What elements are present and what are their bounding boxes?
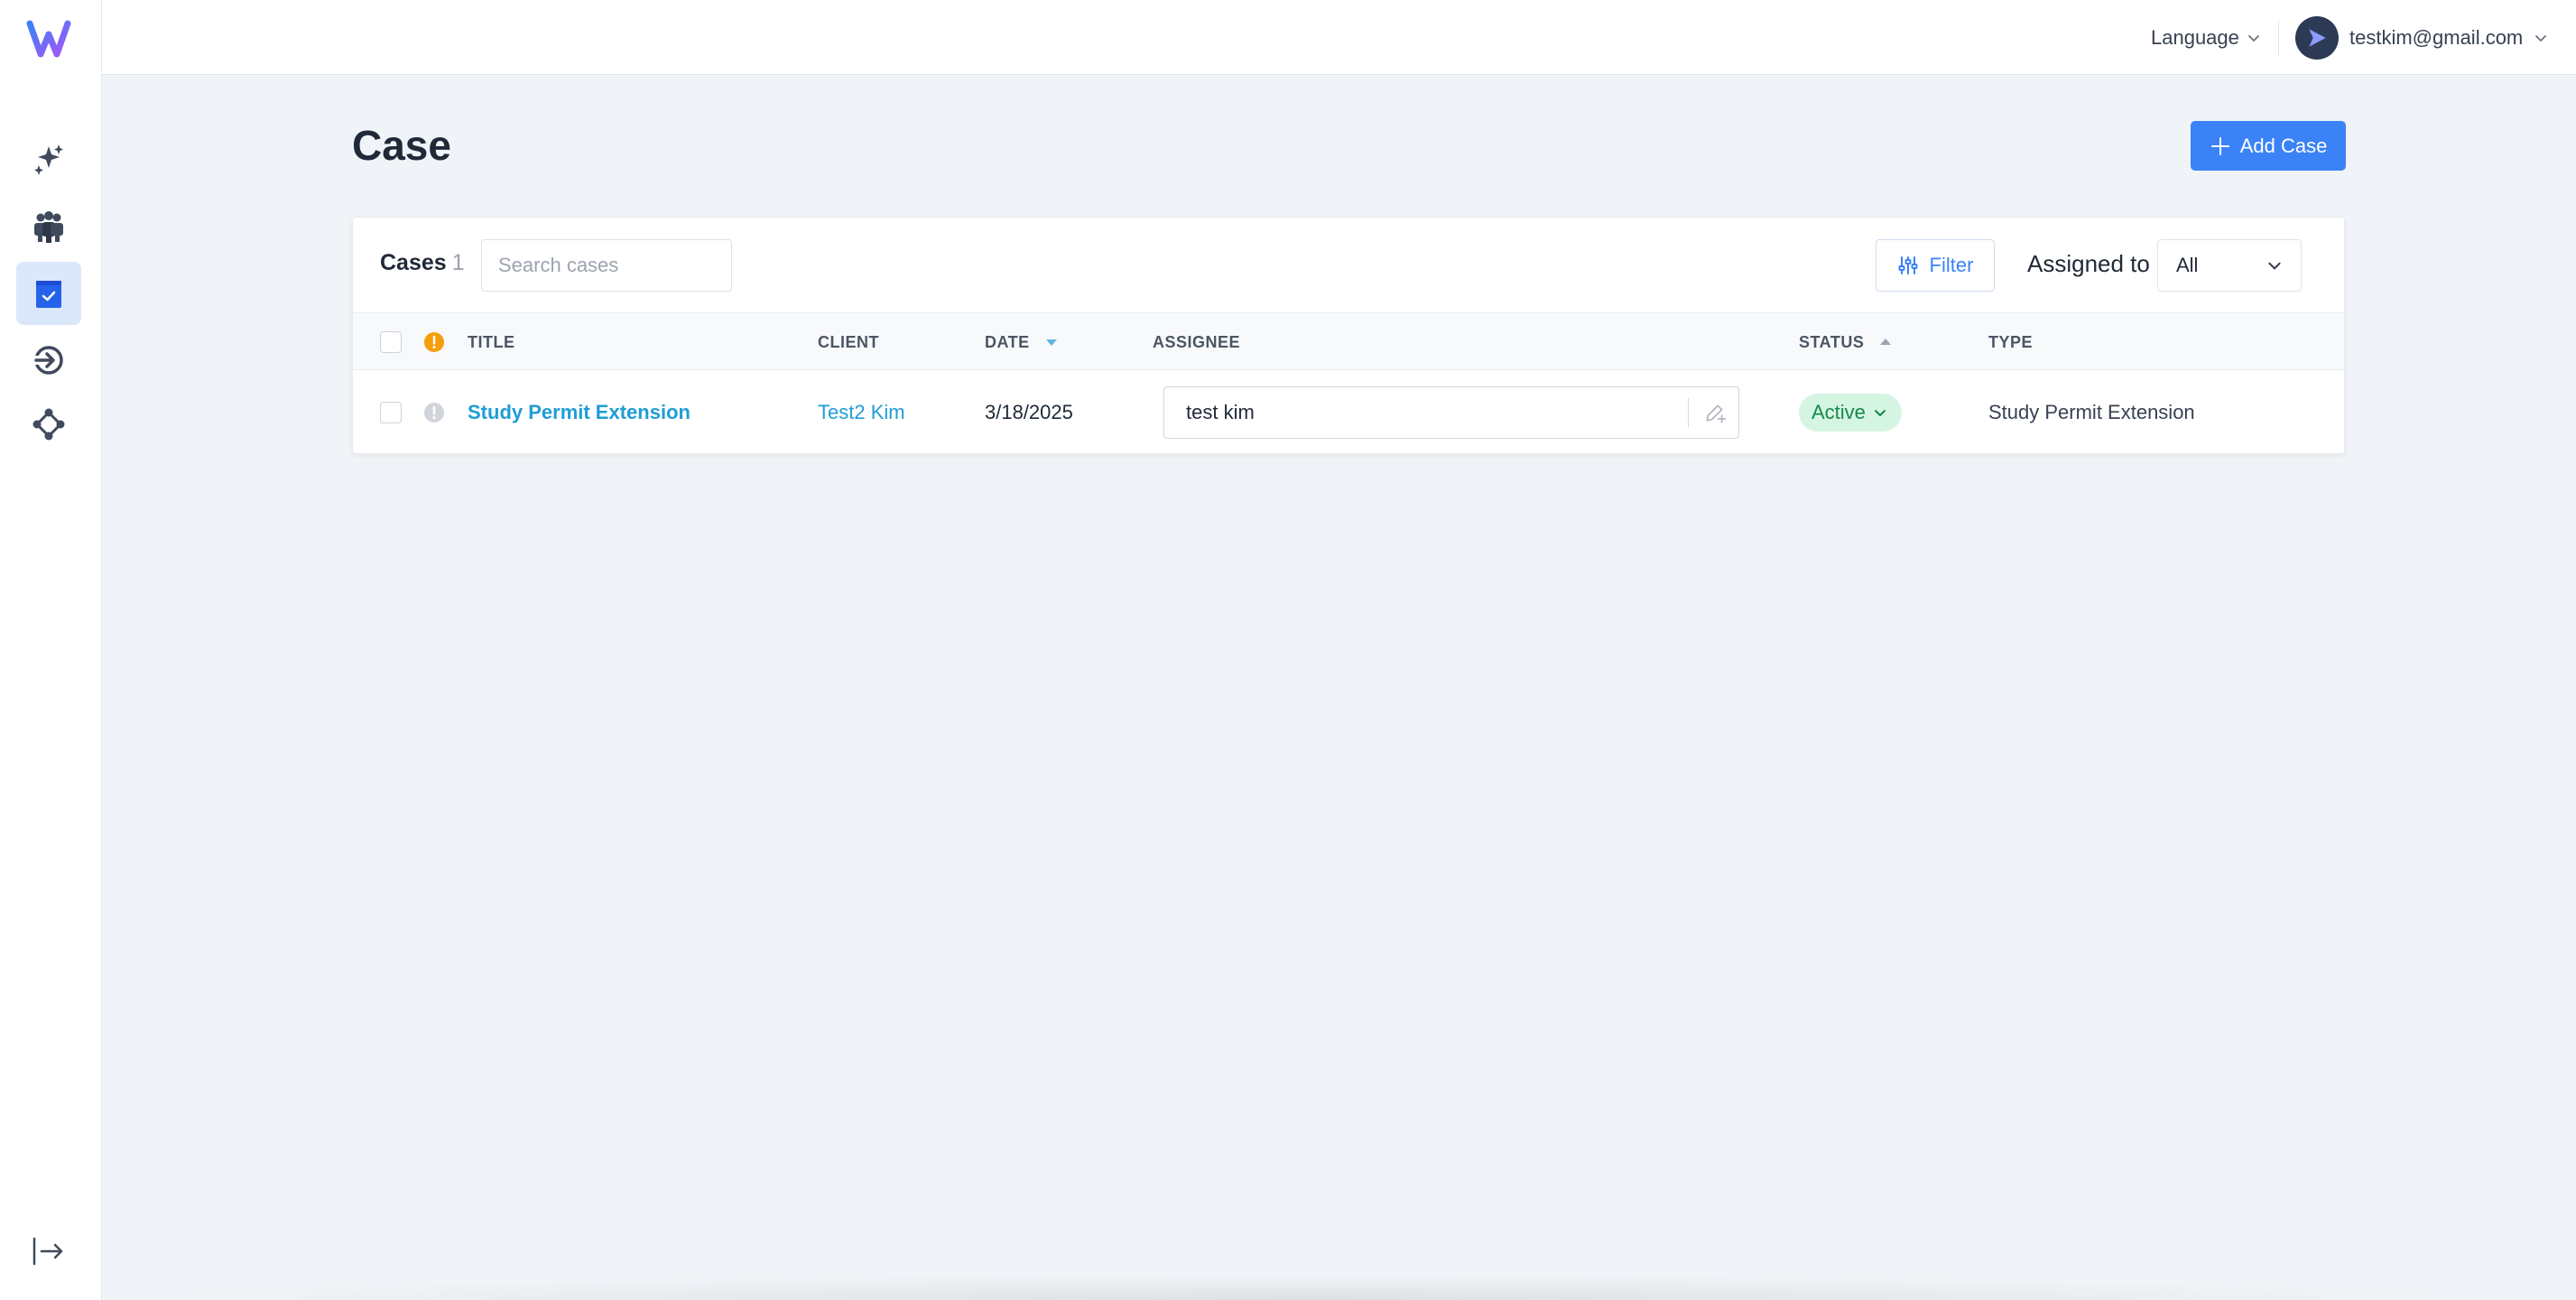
assigned-to-value: All bbox=[2176, 254, 2199, 276]
search-input[interactable] bbox=[481, 239, 732, 292]
chevron-down-icon bbox=[2268, 262, 2281, 270]
sort-desc-icon bbox=[1045, 339, 1057, 346]
add-case-label: Add Case bbox=[2239, 134, 2328, 157]
pencil-plus-icon bbox=[1706, 404, 1727, 423]
row-priority bbox=[423, 370, 445, 455]
table-row[interactable]: Study Permit Extension Test2 Kim 3/18/20… bbox=[353, 370, 2344, 455]
cases-heading: Cases 1 bbox=[380, 250, 465, 276]
plus-icon bbox=[2210, 136, 2229, 155]
sliders-icon bbox=[1898, 256, 1918, 274]
chevron-down-icon bbox=[2535, 35, 2547, 42]
case-type: Study Permit Extension bbox=[1988, 401, 2195, 423]
client-link[interactable]: Test2 Kim bbox=[818, 401, 905, 424]
cases-count: 1 bbox=[451, 250, 465, 275]
add-case-button[interactable]: Add Case bbox=[2191, 121, 2346, 171]
assigned-to-select[interactable]: All bbox=[2157, 239, 2302, 292]
table-header: TITLE CLIENT DATE ASSIGNEE STATUS TYPE bbox=[353, 312, 2344, 370]
sidebar-collapse-button[interactable] bbox=[27, 1233, 70, 1269]
cases-icon bbox=[36, 281, 61, 308]
case-date: 3/18/2025 bbox=[985, 401, 1073, 423]
workflow-icon bbox=[32, 408, 65, 441]
row-checkbox[interactable] bbox=[380, 402, 402, 423]
language-label: Language bbox=[2151, 26, 2239, 49]
sidebar-item-team[interactable] bbox=[16, 195, 81, 258]
send-icon bbox=[2309, 29, 2326, 47]
cases-label: Cases bbox=[380, 250, 447, 275]
column-header-client[interactable]: CLIENT bbox=[818, 313, 879, 371]
sort-asc-icon bbox=[1880, 339, 1892, 345]
user-email: testkim@gmail.com bbox=[2349, 26, 2524, 49]
sidebar-item-ai[interactable] bbox=[16, 127, 81, 190]
filter-button[interactable]: Filter bbox=[1876, 239, 1995, 292]
status-badge[interactable]: Active bbox=[1799, 394, 1902, 432]
chevron-down-icon bbox=[2247, 35, 2259, 42]
sidebar-item-cases[interactable] bbox=[16, 262, 81, 325]
language-selector[interactable]: Language bbox=[2151, 23, 2261, 52]
avatar bbox=[2295, 16, 2339, 60]
filter-label: Filter bbox=[1929, 254, 1974, 276]
chevron-down-icon bbox=[1874, 410, 1886, 416]
sparkles-icon bbox=[34, 144, 63, 175]
column-header-assignee[interactable]: ASSIGNEE bbox=[1153, 313, 1240, 371]
sidebar-item-workflow[interactable] bbox=[16, 393, 81, 456]
status-label: Active bbox=[1812, 401, 1866, 423]
sidebar-item-login[interactable] bbox=[16, 329, 81, 392]
cases-toolbar: Cases1 Filter Assigned to All bbox=[353, 218, 2344, 312]
team-icon bbox=[34, 211, 63, 243]
column-header-date[interactable]: DATE bbox=[985, 313, 1059, 371]
case-title-link[interactable]: Study Permit Extension bbox=[468, 401, 690, 424]
column-header-title[interactable]: TITLE bbox=[468, 313, 515, 371]
user-menu[interactable]: testkim@gmail.com bbox=[2295, 16, 2548, 60]
assigned-to-label: Assigned to bbox=[2027, 250, 2150, 277]
select-all-checkbox[interactable] bbox=[380, 331, 402, 353]
warning-icon bbox=[424, 332, 444, 352]
column-header-status[interactable]: STATUS bbox=[1799, 313, 1893, 371]
edit-assignee-button[interactable] bbox=[1699, 396, 1731, 429]
cases-card: Cases1 Filter Assigned to All bbox=[352, 217, 2345, 454]
page-title: Case bbox=[352, 122, 451, 169]
topbar-divider bbox=[2278, 20, 2279, 56]
info-priority-icon bbox=[424, 403, 444, 422]
collapse-arrow-icon bbox=[32, 1237, 63, 1266]
assignee-field[interactable]: test kim bbox=[1163, 386, 1739, 439]
assignee-value: test kim bbox=[1186, 401, 1255, 423]
sidebar bbox=[0, 0, 102, 1300]
column-header-type[interactable]: TYPE bbox=[1988, 313, 2033, 371]
app-logo[interactable] bbox=[26, 18, 71, 59]
top-bar: Language testkim@gmail.com bbox=[102, 0, 2576, 75]
bottom-shadow bbox=[135, 1275, 2482, 1300]
login-icon bbox=[34, 346, 63, 375]
priority-column-header bbox=[423, 313, 445, 371]
assignee-divider bbox=[1688, 398, 1689, 427]
